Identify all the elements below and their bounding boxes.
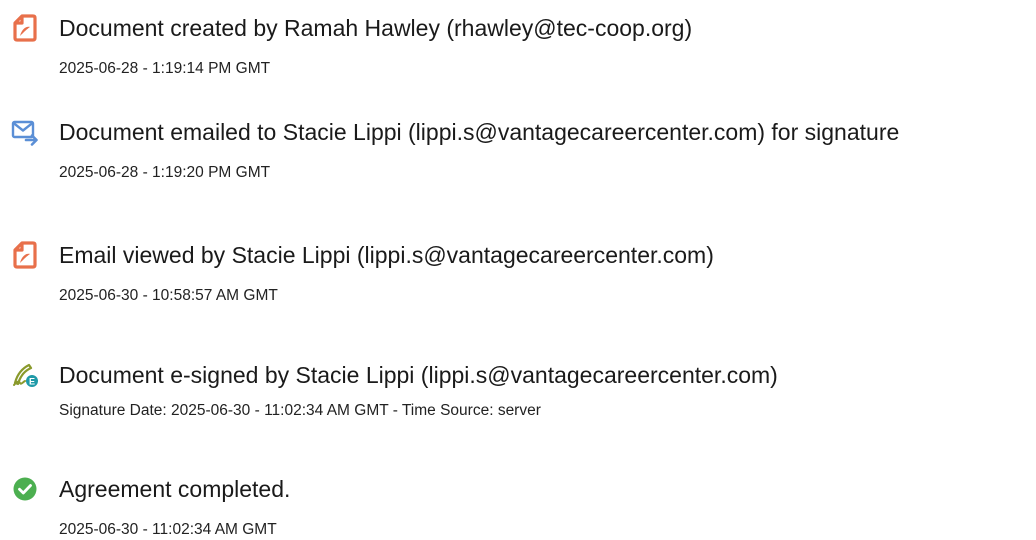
event-timestamp: 2025-06-30 - 10:58:57 AM GMT [59, 287, 278, 304]
event-signature-detail: Signature Date: 2025-06-30 - 11:02:34 AM… [59, 402, 541, 419]
email-icon [11, 118, 39, 146]
e-sign-icon: E [11, 361, 39, 389]
document-icon [11, 241, 39, 269]
check-circle-icon [11, 475, 39, 503]
event-timestamp: 2025-06-30 - 11:02:34 AM GMT [59, 521, 277, 538]
event-timestamp: 2025-06-28 - 1:19:20 PM GMT [59, 164, 271, 181]
event-timestamp: 2025-06-28 - 1:19:14 PM GMT [59, 60, 271, 77]
event-title: Agreement completed. [59, 476, 291, 502]
event-title: Email viewed by Stacie Lippi (lippi.s@va… [59, 242, 714, 268]
event-title: Document created by Ramah Hawley (rhawle… [59, 15, 693, 41]
event-title: Document e-signed by Stacie Lippi (lippi… [59, 362, 778, 388]
event-title: Document emailed to Stacie Lippi (lippi.… [59, 119, 900, 145]
document-icon [11, 14, 39, 42]
svg-text:E: E [29, 377, 35, 387]
